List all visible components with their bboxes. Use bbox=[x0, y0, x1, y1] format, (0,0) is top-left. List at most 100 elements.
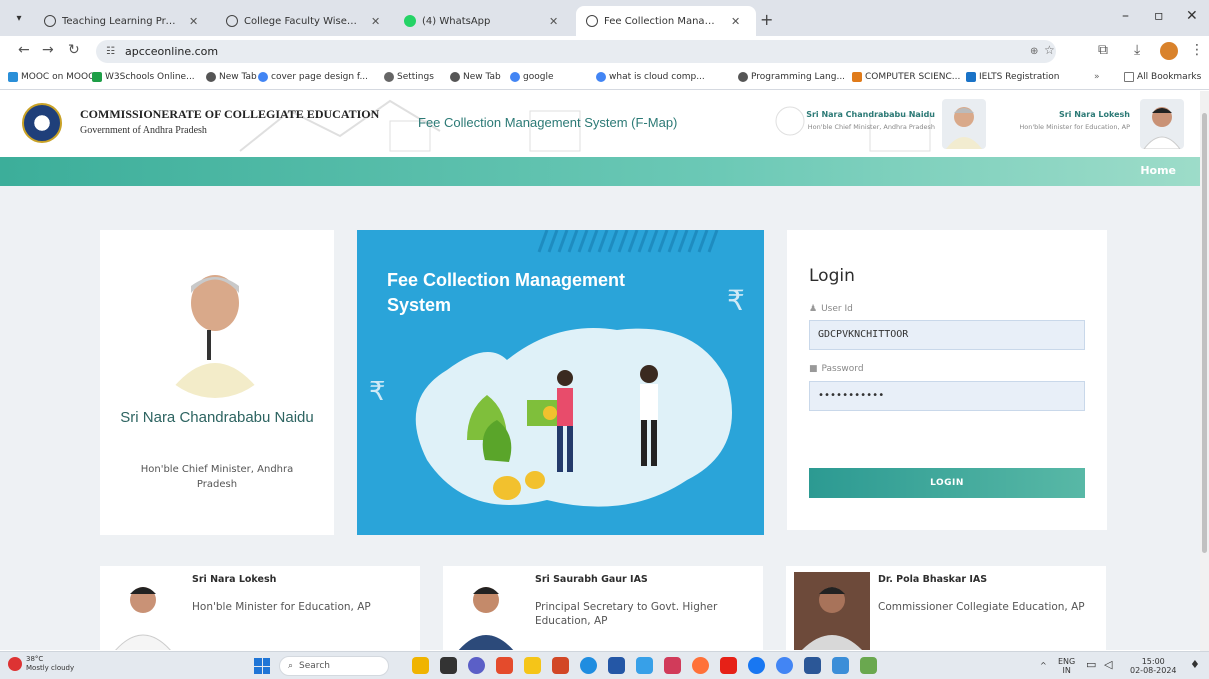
tray-chevron-icon[interactable]: ^ bbox=[1040, 661, 1047, 670]
main-content: Sri Nara Chandrababu Naidu Hon'ble Chief… bbox=[0, 186, 1200, 650]
bookmark-label: what is cloud comp... bbox=[609, 72, 705, 82]
all-bookmarks[interactable]: All Bookmarks bbox=[1124, 72, 1201, 82]
bookmarks-bar: MOOC on MOOCs W3Schools Online... New Ta… bbox=[0, 66, 1209, 90]
bookmark-item[interactable]: W3Schools Online... bbox=[92, 72, 195, 82]
w3schools-icon bbox=[92, 72, 102, 82]
word-icon[interactable] bbox=[804, 657, 821, 674]
chief-minister-role: Hon'ble Chief Minister, Andhra Pradesh bbox=[140, 464, 294, 490]
tab-search-chevron-icon[interactable]: ▾ bbox=[10, 9, 28, 27]
browser-tab-active[interactable]: Fee Collection Management Sy ✕ bbox=[576, 6, 756, 36]
close-icon[interactable]: ✕ bbox=[549, 15, 558, 28]
bookmark-item[interactable]: New Tab bbox=[450, 72, 501, 82]
password-label: ■ Password bbox=[809, 364, 864, 374]
close-icon[interactable]: ✕ bbox=[189, 15, 198, 28]
folder-icon bbox=[1124, 72, 1134, 82]
bookmark-item[interactable]: Settings bbox=[384, 72, 434, 82]
bookmark-star-icon[interactable]: ☆ bbox=[1044, 43, 1055, 57]
clock[interactable]: 15:00 02-08-2024 bbox=[1130, 657, 1177, 675]
bookmark-label: Programming Lang... bbox=[751, 72, 846, 82]
browser-tab-1[interactable]: Teaching Learning Process Mo ✕ bbox=[34, 6, 214, 36]
language-indicator[interactable]: ENG IN bbox=[1058, 657, 1075, 675]
taskbar-app-icon[interactable] bbox=[552, 657, 569, 674]
site-info-icon[interactable]: ☷ bbox=[106, 46, 115, 57]
network-icon[interactable]: ▭ bbox=[1086, 659, 1096, 670]
user-icon: ♟ bbox=[809, 304, 818, 314]
edge-icon[interactable] bbox=[580, 657, 597, 674]
taskbar-app-icon[interactable] bbox=[608, 657, 625, 674]
user-id-input[interactable]: GDCPVKNCHITTOOR bbox=[809, 320, 1085, 350]
taskbar-app-icon[interactable] bbox=[496, 657, 513, 674]
restore-icon[interactable]: ▫ bbox=[1154, 8, 1164, 24]
browser-tab-2[interactable]: College Faculty Wise Summary ✕ bbox=[216, 6, 392, 36]
bookmark-item[interactable]: what is cloud comp... bbox=[596, 72, 705, 82]
whatsapp-icon bbox=[404, 15, 416, 27]
bookmark-label: Settings bbox=[397, 72, 434, 82]
back-arrow-icon[interactable]: ← bbox=[18, 42, 30, 58]
person-photo bbox=[108, 572, 178, 650]
taskbar-app-icon[interactable] bbox=[468, 657, 485, 674]
chief-minister-card: Sri Nara Chandrababu Naidu Hon'ble Chief… bbox=[100, 230, 334, 535]
header-background-illustration bbox=[239, 99, 931, 152]
bookmark-item[interactable]: cover page design f... bbox=[258, 72, 368, 82]
tab-title: Fee Collection Management Sy bbox=[604, 15, 719, 27]
taskbar-app-icon[interactable] bbox=[636, 657, 653, 674]
bookmark-item[interactable]: Programming Lang... bbox=[738, 72, 845, 82]
header-photo-minister bbox=[1140, 99, 1184, 149]
org-subtitle: Government of Andhra Pradesh bbox=[80, 125, 207, 136]
file-explorer-icon[interactable] bbox=[524, 657, 541, 674]
youtube-icon[interactable] bbox=[720, 657, 737, 674]
taskbar-app-icon[interactable] bbox=[860, 657, 877, 674]
weather-widget[interactable]: 38°C Mostly cloudy bbox=[8, 655, 74, 673]
close-icon[interactable]: ✕ bbox=[731, 15, 740, 28]
person-photo bbox=[451, 572, 521, 650]
header-person-name: Sri Nara Chandrababu Naidu bbox=[806, 110, 935, 119]
bookmarks-overflow-icon[interactable]: » bbox=[1094, 72, 1100, 82]
taskbar-search[interactable]: ⌕ Search bbox=[279, 656, 389, 676]
password-input[interactable]: ••••••••••• bbox=[809, 381, 1085, 411]
chrome-icon[interactable] bbox=[776, 657, 793, 674]
scrollbar-thumb[interactable] bbox=[1202, 113, 1207, 553]
page-scrollbar[interactable] bbox=[1200, 91, 1209, 651]
bookmark-label: All Bookmarks bbox=[1137, 72, 1202, 82]
banner-title-line1: Fee Collection Management bbox=[387, 270, 626, 290]
bookmark-item[interactable]: New Tab bbox=[206, 72, 257, 82]
bookmark-item[interactable]: COMPUTER SCIENC... bbox=[852, 72, 960, 82]
notification-bell-icon[interactable]: ♦ bbox=[1190, 659, 1200, 670]
new-tab-plus-icon[interactable]: + bbox=[760, 10, 773, 29]
taskbar-app-icon[interactable] bbox=[664, 657, 681, 674]
taskbar-app-icon[interactable] bbox=[832, 657, 849, 674]
site-header: COMMISSIONERATE OF COLLEGIATE EDUCATION … bbox=[0, 91, 1200, 157]
profile-avatar[interactable] bbox=[1160, 42, 1178, 60]
extensions-icon[interactable]: ⧉ bbox=[1098, 42, 1108, 58]
menu-kebab-icon[interactable]: ⋮ bbox=[1190, 42, 1204, 58]
windows-start-icon[interactable] bbox=[254, 658, 270, 674]
nav-home-link[interactable]: Home bbox=[1140, 164, 1176, 177]
taskbar-app-icon[interactable] bbox=[440, 657, 457, 674]
bookmark-favicon-icon bbox=[852, 72, 862, 82]
close-icon[interactable]: ✕ bbox=[371, 15, 380, 28]
bookmark-item[interactable]: IELTS Registration bbox=[966, 72, 1059, 82]
windows-taskbar: 38°C Mostly cloudy ⌕ Search ^ ENG IN ▭ ◁… bbox=[0, 651, 1209, 679]
firefox-icon[interactable] bbox=[692, 657, 709, 674]
close-window-icon[interactable]: ✕ bbox=[1186, 8, 1198, 24]
minimize-icon[interactable]: – bbox=[1122, 8, 1129, 24]
translate-icon[interactable]: ⊕ bbox=[1030, 46, 1038, 57]
facebook-icon[interactable] bbox=[748, 657, 765, 674]
browser-tab-3[interactable]: (4) WhatsApp ✕ bbox=[394, 6, 570, 36]
login-card: Login ♟ User Id GDCPVKNCHITTOOR ■ Passwo… bbox=[787, 230, 1107, 530]
taskbar-app-icon[interactable] bbox=[412, 657, 429, 674]
login-button[interactable]: LOGIN bbox=[809, 468, 1085, 498]
globe-icon bbox=[450, 72, 460, 82]
volume-icon[interactable]: ◁ bbox=[1104, 659, 1112, 670]
reload-icon[interactable]: ↻ bbox=[68, 42, 80, 58]
chief-minister-photo bbox=[145, 248, 285, 398]
bookmark-item[interactable]: MOOC on MOOCs bbox=[8, 72, 99, 82]
bookmark-item[interactable]: google bbox=[510, 72, 553, 82]
taskbar-search-label: Search bbox=[299, 661, 330, 671]
user-id-label: ♟ User Id bbox=[809, 304, 853, 314]
downloads-icon[interactable]: ⤓ bbox=[1134, 42, 1140, 58]
browser-tab-strip: ▾ Teaching Learning Process Mo ✕ College… bbox=[0, 0, 1209, 36]
forward-arrow-icon[interactable]: → bbox=[42, 42, 54, 58]
address-bar[interactable]: ☷ apcceonline.com bbox=[96, 40, 1056, 63]
person-card-principal-secretary: Sri Saurabh Gaur IAS Principal Secretary… bbox=[443, 566, 763, 650]
